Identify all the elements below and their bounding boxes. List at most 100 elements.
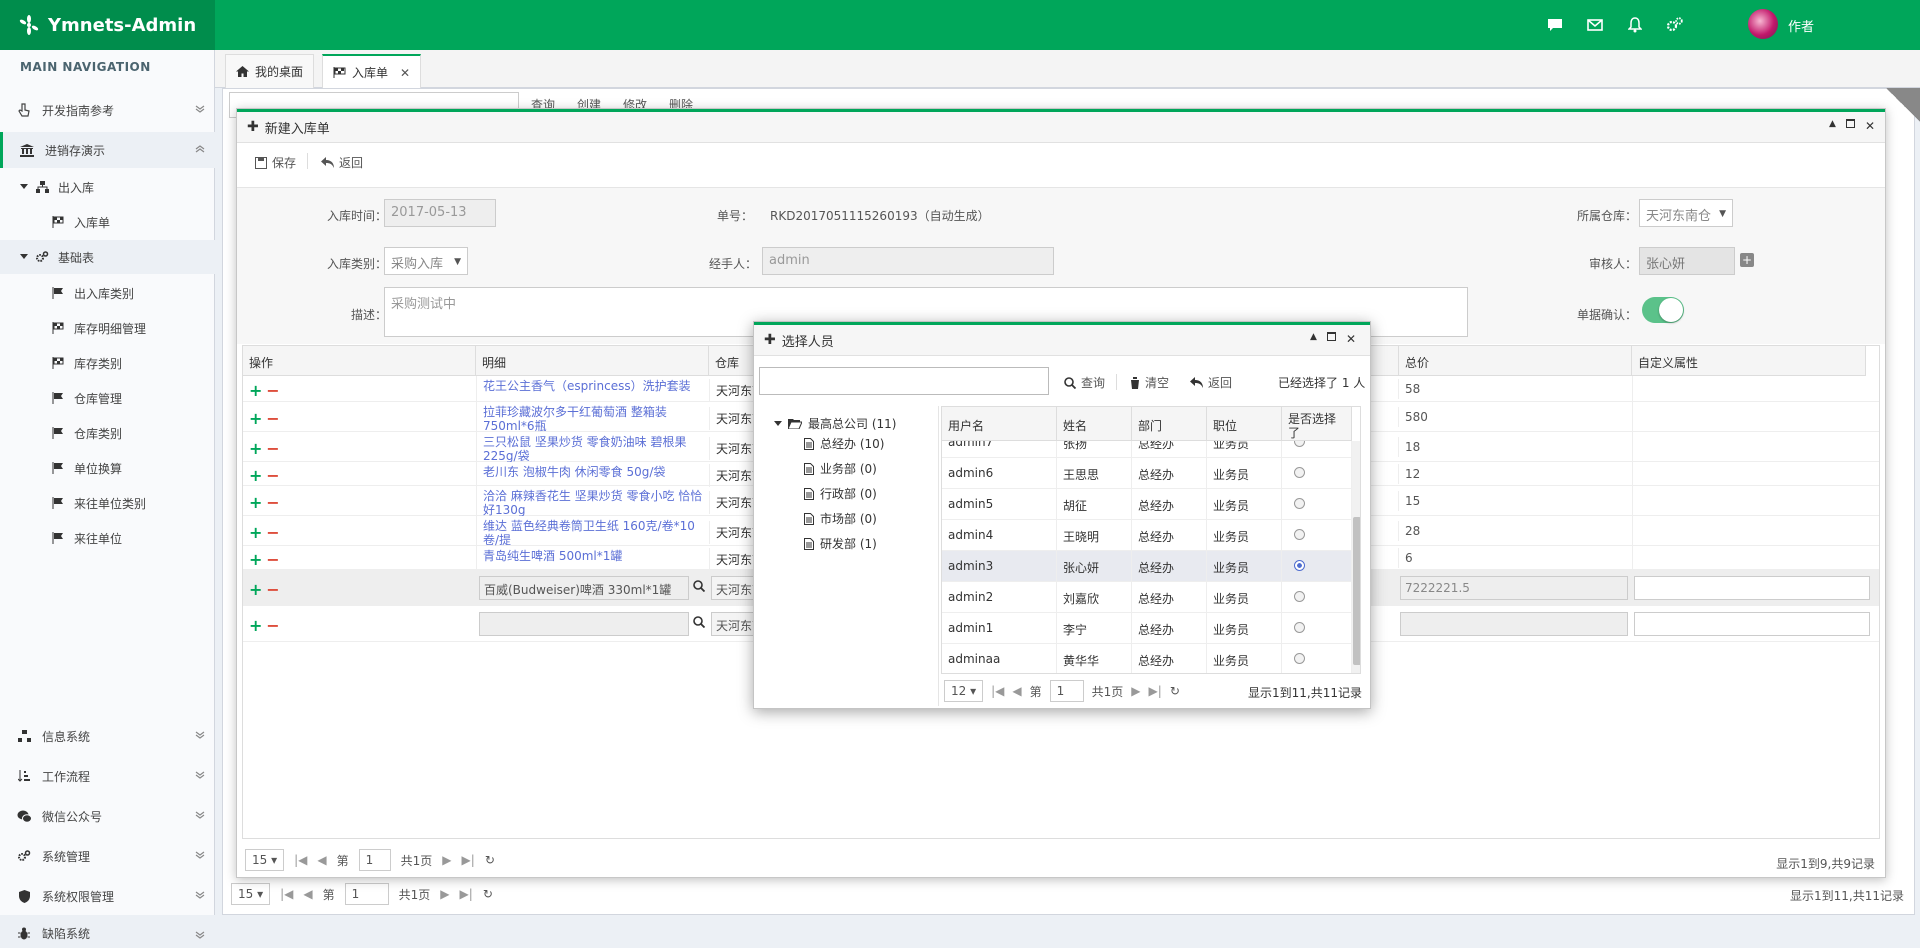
add-row-button[interactable]: + [249,580,262,599]
close-icon[interactable]: ✕ [1865,119,1875,133]
select-radio[interactable] [1294,560,1305,571]
detail-link[interactable]: 花王公主香气（esprincess）洗护套装 [476,376,709,402]
tree-root[interactable]: 最高总公司 (11) [774,415,896,432]
date-field[interactable]: 2017-05-13 [384,199,496,227]
sidebar-item-base-3[interactable]: 仓库管理 [0,381,215,415]
detail-link[interactable]: 青岛纯生啤酒 500ml*1罐 [476,546,709,570]
tab-desktop[interactable]: 我的桌面 [225,54,315,88]
sidebar-item-permissions[interactable]: 系统权限管理 [0,878,215,914]
sidebar-item-base-6[interactable]: 来往单位类别 [0,486,215,520]
remove-row-button[interactable]: − [266,493,279,512]
sidebar-item-dev-guide[interactable]: 开发指南参考 [0,92,215,128]
maximize-icon[interactable] [1845,119,1855,133]
back-button[interactable]: 返回 [321,154,363,171]
user-row[interactable]: admin4 王晓明 总经办 业务员 [942,520,1352,551]
clear-button[interactable]: 清空 [1130,374,1169,391]
person-search-input[interactable] [759,367,1049,395]
add-row-button[interactable]: + [249,409,262,428]
sidebar-item-wechat[interactable]: 微信公众号 [0,798,215,834]
refresh-icon[interactable]: ↻ [1170,684,1180,698]
remove-row-button[interactable]: − [266,550,279,569]
page-size-select[interactable]: 15 ▾ [231,883,271,905]
close-icon[interactable]: ✕ [400,66,410,80]
minimize-icon[interactable]: ▲ [1829,119,1836,133]
remove-row-button[interactable]: − [266,439,279,458]
total-new-input[interactable] [1400,612,1628,636]
detail-link[interactable]: 洽洽 麻辣香花生 坚果炒货 零食小吃 恰恰好130g [476,486,709,516]
tree-node[interactable]: 研发部 (1) [804,535,877,552]
add-row-button[interactable]: + [249,466,262,485]
app-logo[interactable]: Ymnets-Admin [0,0,215,50]
user-row[interactable]: admin5 胡征 总经办 业务员 [942,489,1352,520]
last-page-icon[interactable]: ▶| [460,887,473,901]
bell-icon[interactable] [1624,14,1646,36]
remove-row-button[interactable]: − [266,409,279,428]
sidebar-item-base-5[interactable]: 单位换算 [0,451,215,485]
page-size-select[interactable]: 15 ▾ [245,849,285,871]
add-auditor-button[interactable]: + [1740,253,1754,267]
add-row-button[interactable]: + [249,493,262,512]
user-row[interactable]: admin1 李宁 总经办 业务员 [942,613,1352,644]
minimize-icon[interactable]: ▲ [1310,332,1317,346]
expand-corner-icon[interactable] [1886,88,1920,122]
remove-row-button[interactable]: − [266,381,279,400]
next-page-icon[interactable]: ▶ [440,887,449,901]
message-icon[interactable] [1544,14,1566,36]
tree-node[interactable]: 总经办 (10) [804,435,884,452]
first-page-icon[interactable]: |◀ [280,887,293,901]
type-select[interactable]: 采购入库 ▼ [384,247,468,275]
last-page-icon[interactable]: ▶| [462,853,475,867]
select-radio[interactable] [1294,591,1305,602]
refresh-icon[interactable]: ↻ [485,853,495,867]
last-page-icon[interactable]: ▶| [1149,684,1162,698]
next-page-icon[interactable]: ▶ [442,853,451,867]
prev-page-icon[interactable]: ◀ [317,853,326,867]
sidebar-group-inout[interactable]: 出入库 [0,170,215,204]
custom-new-input[interactable] [1634,612,1870,636]
detail-edit-input[interactable]: 百威(Budweiser)啤酒 330ml*1罐 [479,576,689,600]
sidebar-item-base-7[interactable]: 来往单位 [0,521,215,555]
remove-row-button[interactable]: − [266,523,279,542]
first-page-icon[interactable]: |◀ [294,853,307,867]
sidebar-item-base-4[interactable]: 仓库类别 [0,416,215,450]
search-icon[interactable] [693,580,705,592]
refresh-icon[interactable]: ↻ [483,887,493,901]
tree-node[interactable]: 业务部 (0) [804,460,877,477]
user-avatar[interactable] [1748,9,1778,39]
confirm-toggle[interactable] [1642,297,1684,323]
envelope-icon[interactable] [1584,14,1606,36]
warehouse-select[interactable]: 天河东南仓 ▼ [1639,199,1733,227]
tree-node[interactable]: 行政部 (0) [804,485,877,502]
sidebar-item-inbound-order[interactable]: 入库单 [0,205,215,239]
custom-edit-input[interactable] [1634,576,1870,600]
page-input[interactable]: 1 [344,883,389,905]
remove-row-button[interactable]: − [266,616,279,635]
add-row-button[interactable]: + [249,381,262,400]
sidebar-item-inventory-demo[interactable]: 进销存演示 [0,132,215,168]
add-row-button[interactable]: + [249,550,262,569]
remove-row-button[interactable]: − [266,466,279,485]
select-radio[interactable] [1294,498,1305,509]
sidebar-item-workflow[interactable]: 工作流程 [0,758,215,794]
page-input[interactable]: 1 [1049,680,1084,702]
tree-node[interactable]: 市场部 (0) [804,510,877,527]
detail-link[interactable]: 拉菲珍藏波尔多干红葡萄酒 整箱装 750ml*6瓶 [476,402,709,432]
user-row[interactable]: admin6 王思思 总经办 业务员 [942,458,1352,489]
prev-page-icon[interactable]: ◀ [1012,684,1021,698]
page-input[interactable]: 1 [358,849,391,871]
user-row[interactable]: admin2 刘嘉欣 总经办 业务员 [942,582,1352,613]
select-radio[interactable] [1294,529,1305,540]
add-row-button[interactable]: + [249,439,262,458]
prev-page-icon[interactable]: ◀ [303,887,312,901]
gears-icon[interactable] [1664,14,1686,36]
maximize-icon[interactable] [1326,332,1336,346]
search-icon[interactable] [693,616,705,628]
detail-link[interactable]: 老川东 泡椒牛肉 休闲零食 50g/袋 [476,462,709,486]
detail-new-input[interactable] [479,612,689,636]
user-row[interactable]: adminaa 黄华华 总经办 业务员 [942,644,1352,673]
total-edit-input[interactable]: 7222221.5 [1400,576,1628,600]
first-page-icon[interactable]: |◀ [991,684,1004,698]
close-icon[interactable]: ✕ [1346,332,1356,346]
select-radio[interactable] [1294,653,1305,664]
sidebar-item-base-1[interactable]: 库存明细管理 [0,311,215,345]
